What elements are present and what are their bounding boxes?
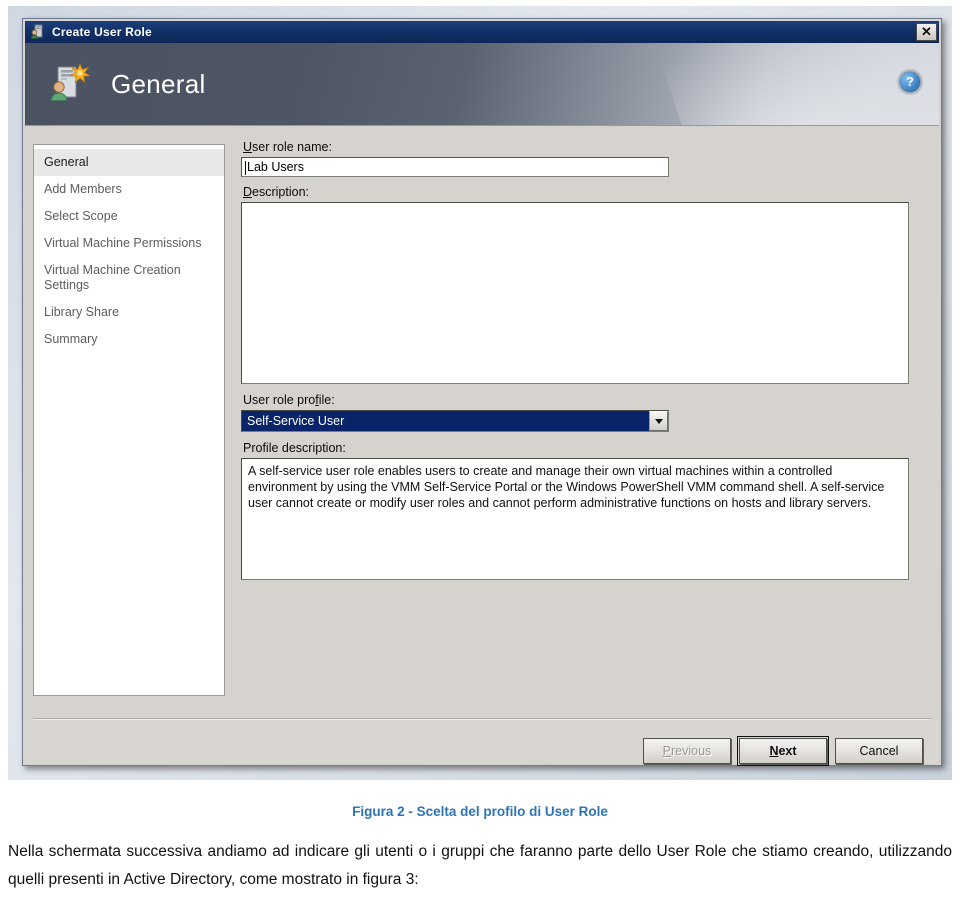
- banner-title: General: [111, 68, 206, 99]
- previous-label-rest: revious: [671, 744, 712, 758]
- sidebar-item-general[interactable]: General: [34, 149, 224, 176]
- help-icon[interactable]: ?: [899, 71, 921, 93]
- general-form: User role name: Lab Users Description: U…: [241, 140, 929, 700]
- sidebar-item-select-scope[interactable]: Select Scope: [34, 203, 224, 230]
- sidebar-item-label: Library Share: [44, 305, 120, 319]
- sidebar-item-label: Virtual Machine Permissions: [44, 236, 202, 250]
- sidebar-item-label: Summary: [44, 332, 98, 346]
- wizard-step-list: General Add Members Select Scope Virtual…: [33, 144, 225, 696]
- user-role-name-accel: U: [243, 140, 253, 154]
- sidebar-item-label: Select Scope: [44, 209, 118, 223]
- description-textarea[interactable]: [241, 202, 909, 384]
- figure-caption: Figura 2 - Scelta del profilo di User Ro…: [352, 804, 608, 819]
- sidebar-item-summary[interactable]: Summary: [34, 326, 224, 353]
- text-caret: [245, 161, 246, 175]
- document-paragraph: Nella schermata successiva andiamo ad in…: [8, 843, 952, 888]
- sidebar-item-library-share[interactable]: Library Share: [34, 299, 224, 326]
- server-user-new-icon: [47, 61, 93, 107]
- next-button[interactable]: Next: [737, 736, 829, 766]
- user-role-name-label-rest: ser role name:: [252, 140, 332, 154]
- description-label-rest: escription:: [252, 185, 310, 199]
- footer-buttons: Previous Next Cancel: [643, 736, 923, 766]
- user-role-name-value: Lab Users: [247, 160, 304, 174]
- dialog-banner: General ?: [25, 43, 939, 126]
- close-icon[interactable]: ✕: [916, 23, 937, 41]
- user-role-name-input[interactable]: Lab Users: [241, 157, 669, 177]
- user-role-profile-select[interactable]: Self-Service User: [241, 410, 669, 432]
- next-label-rest: ext: [778, 744, 797, 758]
- dialog-title: Create User Role: [52, 25, 152, 39]
- create-user-role-dialog: Create User Role ✕ General ? General Add…: [22, 18, 942, 766]
- description-label: Description:: [243, 185, 929, 199]
- sidebar-item-label: Add Members: [44, 182, 122, 196]
- profile-description-text: A self-service user role enables users t…: [241, 458, 909, 580]
- previous-button[interactable]: Previous: [643, 738, 731, 764]
- description-accel: D: [243, 185, 253, 199]
- profile-description-label: Profile description:: [243, 441, 346, 455]
- sidebar-item-virtual-machine-permissions[interactable]: Virtual Machine Permissions: [34, 230, 224, 257]
- previous-accel: P: [662, 744, 672, 758]
- user-role-name-label: User role name:: [243, 140, 929, 154]
- chevron-down-icon[interactable]: [649, 411, 668, 431]
- sidebar-item-add-members[interactable]: Add Members: [34, 176, 224, 203]
- cancel-button[interactable]: Cancel: [835, 738, 923, 764]
- user-role-profile-label-pre: User role pro: [243, 393, 316, 407]
- user-role-profile-label-post: ile:: [318, 393, 335, 407]
- user-role-icon: [30, 24, 46, 40]
- sidebar-item-label: Virtual Machine Creation Settings: [44, 263, 181, 292]
- dialog-titlebar: Create User Role ✕: [25, 21, 939, 43]
- user-role-profile-value: Self-Service User: [242, 411, 649, 431]
- dialog-footer: Previous Next Cancel: [25, 720, 939, 766]
- sidebar-item-label: General: [44, 155, 89, 169]
- sidebar-item-virtual-machine-creation-settings[interactable]: Virtual Machine Creation Settings: [34, 257, 224, 299]
- screenshot-region: Create User Role ✕ General ? General Add…: [0, 0, 960, 790]
- dialog-body: General Add Members Select Scope Virtual…: [25, 126, 939, 766]
- user-role-profile-label: User role profile:: [243, 393, 929, 407]
